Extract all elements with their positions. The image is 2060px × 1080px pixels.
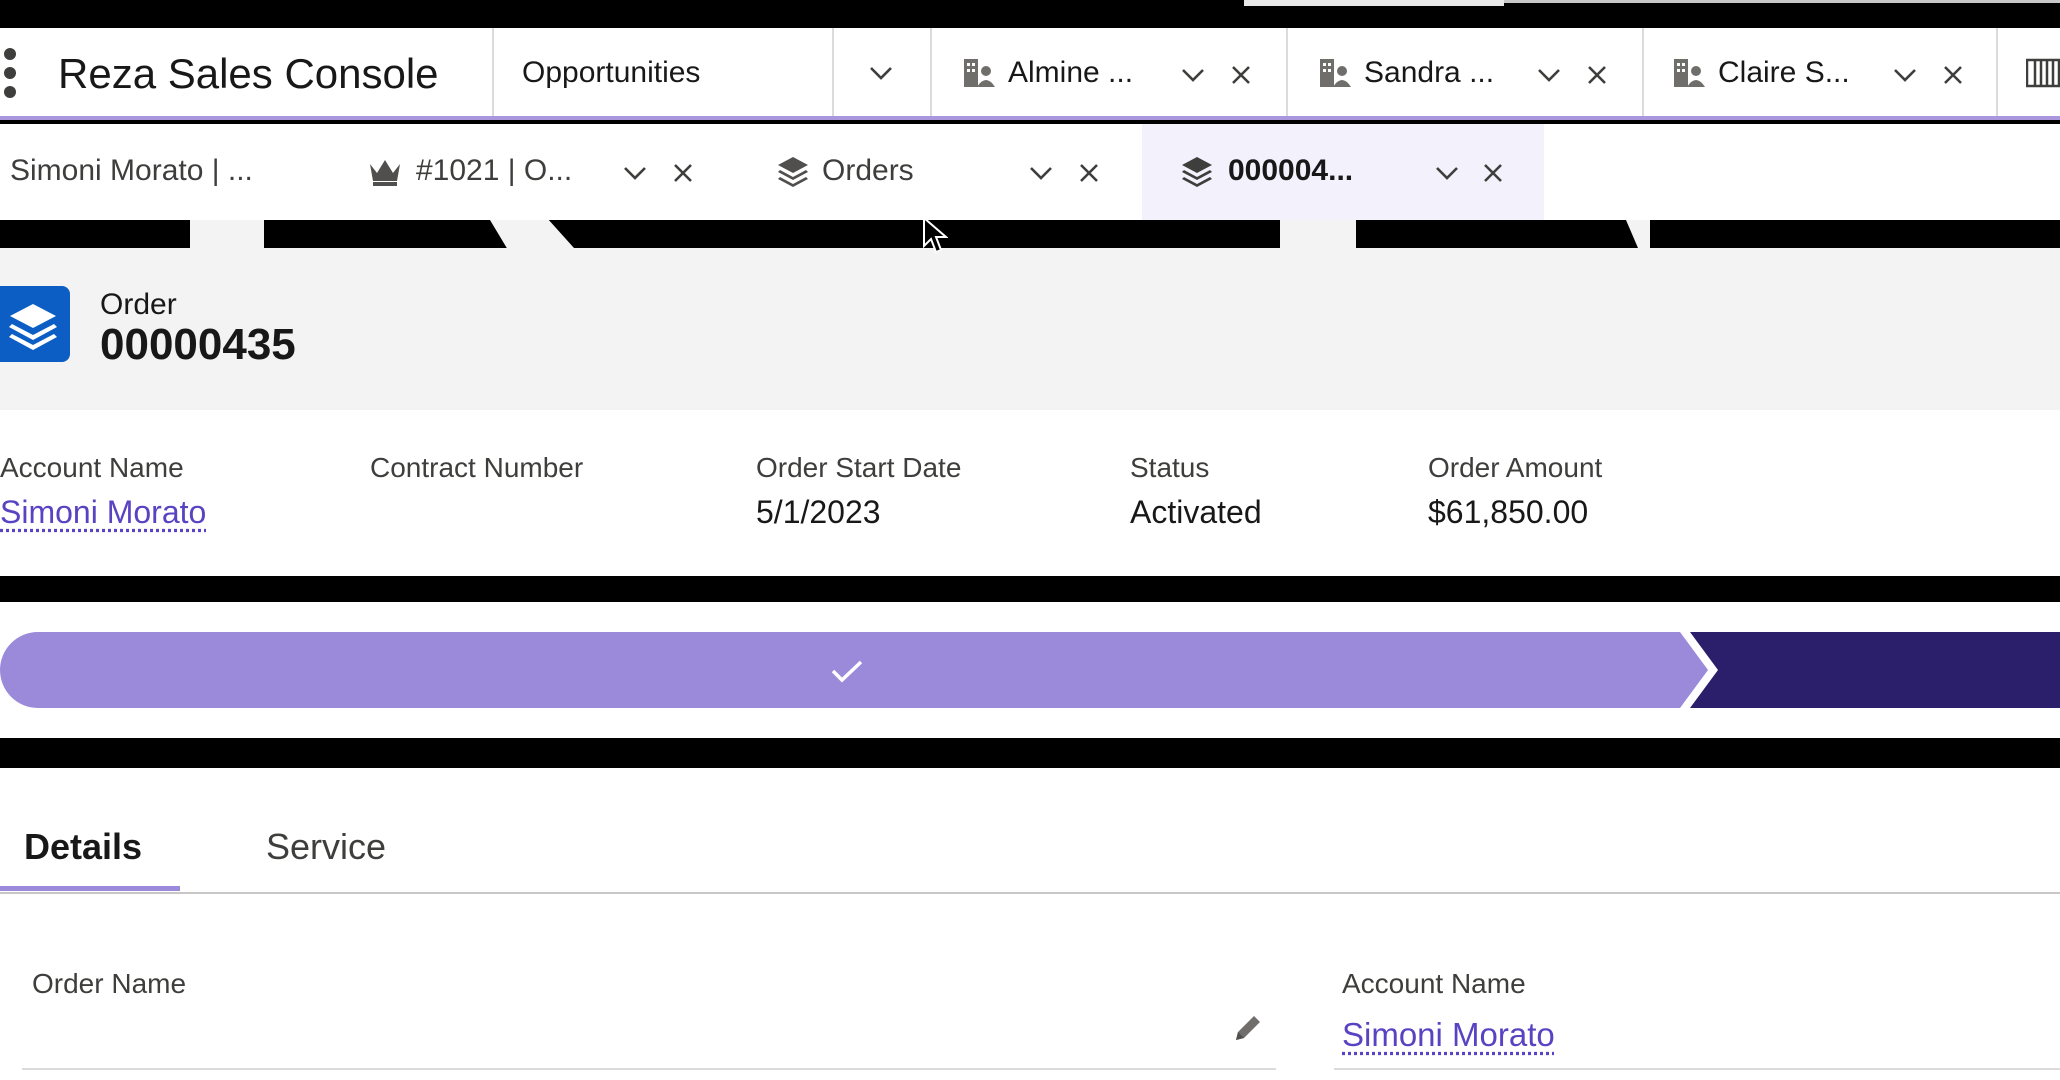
field-divider xyxy=(1334,1068,2060,1070)
nav-divider xyxy=(930,28,932,116)
close-icon[interactable] xyxy=(1482,162,1504,184)
account-name-field-link[interactable]: Simoni Morato xyxy=(1342,1016,1555,1054)
account-name-link[interactable]: Simoni Morato xyxy=(0,494,206,531)
chevron-down-icon[interactable] xyxy=(1180,62,1206,88)
subtab-label: 000004... xyxy=(1228,154,1354,187)
highlights-panel: Account Name Simoni Morato Contract Numb… xyxy=(0,410,2060,576)
record-title: 00000435 xyxy=(100,320,296,369)
tab-details[interactable]: Details xyxy=(24,826,142,868)
close-icon[interactable] xyxy=(1078,162,1100,184)
nav-divider xyxy=(1642,28,1644,116)
columns-icon[interactable] xyxy=(2026,56,2060,90)
strip-fragment xyxy=(490,220,574,248)
nav-divider xyxy=(1996,28,1998,116)
order-amount-value: $61,850.00 xyxy=(1428,494,1589,530)
record-header: Order 00000435 xyxy=(0,248,2060,410)
top-black-strip xyxy=(0,0,2060,28)
mid-black-strip xyxy=(0,220,2060,248)
object-menu-label[interactable]: Opportunities xyxy=(522,56,700,90)
tab-service[interactable]: Service xyxy=(266,826,386,868)
account-name-label: Account Name xyxy=(1342,968,1526,999)
workspace-tab-label: Claire S... xyxy=(1718,56,1850,89)
tab-divider xyxy=(0,892,2060,894)
chevron-down-icon[interactable] xyxy=(868,60,894,86)
status-value: Activated xyxy=(1130,494,1262,530)
strip-fragment xyxy=(1244,0,1504,6)
highlight-label: Status xyxy=(1130,452,1210,483)
mouse-cursor-icon xyxy=(923,216,948,254)
chevron-down-icon[interactable] xyxy=(1536,62,1562,88)
order-name-label: Order Name xyxy=(32,968,187,999)
field-divider xyxy=(22,1068,1276,1070)
account-icon xyxy=(1320,59,1351,87)
workspace-tab-label: Almine ... xyxy=(1008,56,1134,89)
check-icon xyxy=(831,660,863,683)
close-icon[interactable] xyxy=(1586,64,1608,86)
account-icon xyxy=(964,59,995,87)
highlight-label: Order Start Date xyxy=(756,452,962,483)
chevron-down-icon[interactable] xyxy=(1892,62,1918,88)
close-icon[interactable] xyxy=(1942,64,1964,86)
nav-divider xyxy=(1286,28,1288,116)
highlight-label: Order Amount xyxy=(1428,452,1603,483)
workspace-tab-label: Sandra ... xyxy=(1364,56,1495,89)
account-icon xyxy=(1674,59,1705,87)
subtab-label: #1021 | O... xyxy=(416,154,573,187)
subtab-label: Orders xyxy=(822,154,914,187)
nav-divider xyxy=(492,28,494,116)
console-nav-bar: Reza Sales Console Opportunities Almine … xyxy=(0,28,2060,120)
app-launcher-icon[interactable] xyxy=(4,48,18,102)
strip-fragment xyxy=(1504,0,2060,3)
highlight-label: Contract Number xyxy=(370,452,584,483)
chevron-down-icon[interactable] xyxy=(1028,160,1054,186)
strip-fragment xyxy=(190,220,264,248)
strip-fragment xyxy=(1626,220,1650,248)
stack-icon xyxy=(778,157,808,187)
close-icon[interactable] xyxy=(672,162,694,184)
active-tab-indicator xyxy=(0,886,180,891)
pencil-icon[interactable] xyxy=(1232,1012,1264,1044)
record-object-type: Order xyxy=(100,288,177,321)
details-section: Details Service Order Name Account Name … xyxy=(0,768,2060,1080)
status-path xyxy=(0,602,2060,738)
order-start-date-value: 5/1/2023 xyxy=(756,494,881,530)
path-step-current[interactable] xyxy=(1690,632,2060,708)
chevron-down-icon[interactable] xyxy=(1434,160,1460,186)
highlight-label: Account Name xyxy=(0,452,184,483)
crown-icon xyxy=(370,160,400,186)
chevron-down-icon[interactable] xyxy=(622,160,648,186)
nav-divider xyxy=(832,28,834,116)
close-icon[interactable] xyxy=(1230,64,1252,86)
order-stack-icon xyxy=(0,286,70,362)
app-name: Reza Sales Console xyxy=(58,50,439,97)
subtab-bar: Simoni Morato | ... #1021 | O... Orders … xyxy=(0,124,2060,220)
strip-fragment xyxy=(1280,220,1356,248)
subtab-label: Simoni Morato | ... xyxy=(10,154,253,187)
stack-icon xyxy=(1182,157,1212,187)
